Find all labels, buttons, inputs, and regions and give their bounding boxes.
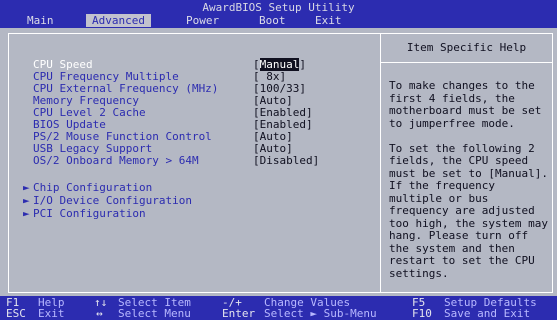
submenu-pci-configuration[interactable]: ► PCI Configuration: [23, 208, 146, 220]
menu-boot[interactable]: Boot: [259, 14, 286, 27]
submenu-label: I/O Device Configuration: [33, 194, 192, 207]
key-enter: Enter: [222, 307, 256, 320]
submenu-arrow-icon: ►: [23, 181, 30, 194]
help-title: Item Specific Help: [406, 41, 527, 54]
submenu-io-device-configuration[interactable]: ► I/O Device Configuration: [23, 195, 192, 207]
menu-bar: Main Advanced Power Boot Exit: [0, 14, 557, 27]
bottom-key-bar: F1 Help ↑↓ Select Item -/+ Change Values…: [0, 296, 557, 320]
bios-title: AwardBIOS Setup Utility: [202, 1, 355, 14]
key-esc-desc: Exit: [38, 307, 65, 320]
submenu-arrow-icon: ►: [23, 207, 30, 220]
menu-main[interactable]: Main: [27, 14, 54, 27]
help-separator: [381, 62, 552, 63]
setting-value[interactable]: [Disabled]: [253, 155, 319, 167]
key-enter-desc: Select ► Sub-Menu: [264, 307, 377, 320]
key-f10-desc: Save and Exit: [444, 307, 531, 320]
submenu-label: PCI Configuration: [33, 207, 146, 220]
submenu-arrow-icon: ►: [23, 194, 30, 207]
menu-power[interactable]: Power: [186, 14, 219, 27]
panel-divider: [380, 34, 381, 292]
top-bar: AwardBIOS Setup Utility Main Advanced Po…: [0, 0, 557, 28]
menu-exit[interactable]: Exit: [315, 14, 342, 27]
key-left-right: ↔: [96, 307, 103, 320]
submenu-chip-configuration[interactable]: ► Chip Configuration: [23, 182, 152, 194]
settings-panel: Item Specific Help To make changes to th…: [8, 33, 553, 293]
menu-advanced[interactable]: Advanced: [86, 14, 151, 27]
key-esc: ESC: [6, 307, 26, 320]
submenu-label: Chip Configuration: [33, 181, 153, 194]
help-text: To make changes to the first 4 fields, t…: [389, 79, 548, 280]
setting-label: OS/2 Onboard Memory > 64M: [33, 154, 199, 167]
key-left-right-desc: Select Menu: [118, 307, 191, 320]
key-f10: F10: [412, 307, 432, 320]
